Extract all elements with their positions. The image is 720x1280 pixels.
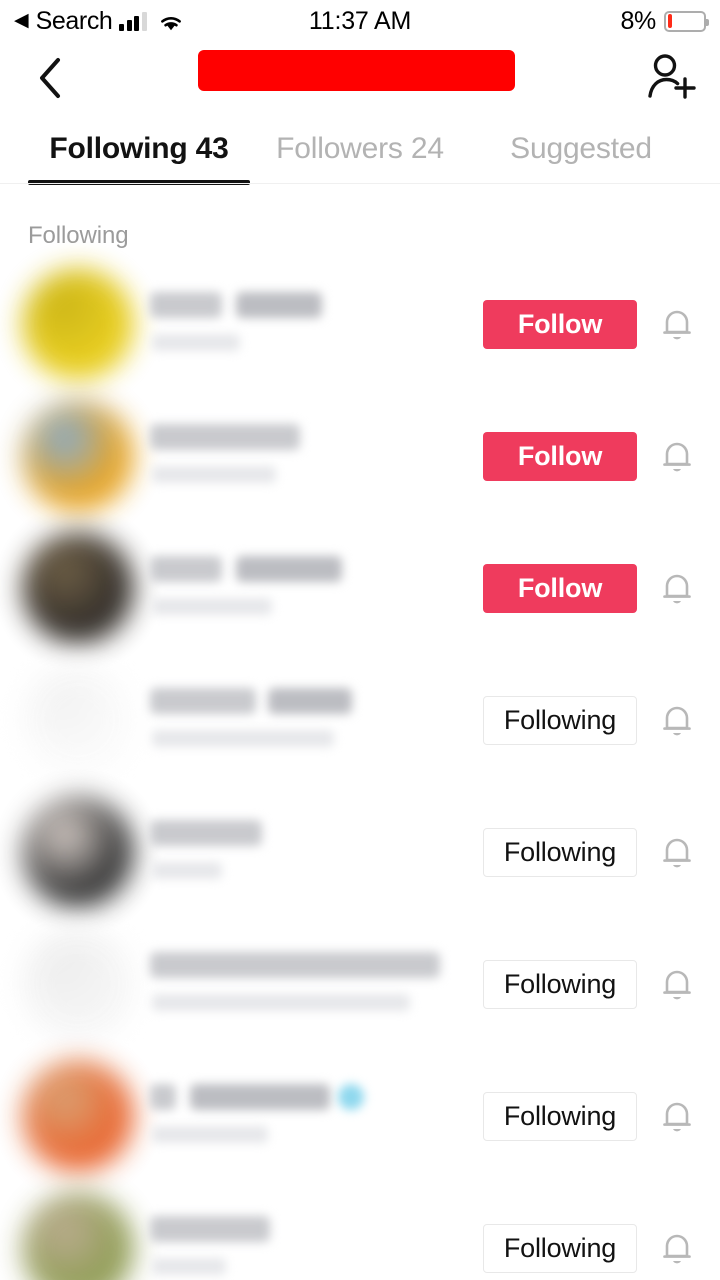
user-handle <box>152 466 276 483</box>
user-handle <box>152 730 334 747</box>
avatar[interactable] <box>22 1060 134 1172</box>
follow-button[interactable]: Follow <box>483 300 637 349</box>
battery-percent-label: 8% <box>620 6 656 35</box>
user-display-name <box>150 1084 176 1110</box>
tab-followers-label: Followers 24 <box>276 131 444 165</box>
avatar[interactable] <box>22 268 134 380</box>
notification-bell-button[interactable] <box>652 300 702 349</box>
status-bar-clock: 11:37 AM <box>0 0 720 42</box>
bell-icon <box>663 442 691 471</box>
user-display-name <box>150 1216 270 1242</box>
avatar[interactable] <box>22 1192 134 1280</box>
chevron-left-icon <box>40 58 60 98</box>
avatar[interactable] <box>22 928 134 1040</box>
section-header-following: Following <box>28 222 129 249</box>
follow-button[interactable]: Follow <box>483 564 637 613</box>
bell-icon <box>663 970 691 999</box>
notification-bell-button[interactable] <box>652 696 702 745</box>
following-button[interactable]: Following <box>483 696 637 745</box>
user-display-name-part2 <box>236 556 342 582</box>
user-row[interactable]: Follow <box>0 394 720 526</box>
bell-icon <box>663 706 691 735</box>
user-handle <box>152 994 410 1011</box>
tab-following-label: Following 43 <box>49 131 229 165</box>
tab-bar-divider <box>0 183 720 184</box>
user-list[interactable]: Follow Follow Follow Following Following Foll… <box>0 262 720 1280</box>
user-display-name-part2 <box>236 292 322 318</box>
follow-button[interactable]: Follow <box>483 432 637 481</box>
tab-followers[interactable]: Followers 24 <box>242 114 478 183</box>
person-add-icon <box>648 54 696 99</box>
user-row[interactable]: Follow <box>0 526 720 658</box>
user-row[interactable]: Following <box>0 922 720 1054</box>
user-handle <box>152 334 240 351</box>
app-screen: ◀ Search 11:37 AM 8% Following 43 Follow… <box>0 0 720 1280</box>
user-display-name <box>150 952 440 978</box>
avatar[interactable] <box>22 796 134 908</box>
notification-bell-button[interactable] <box>652 1092 702 1141</box>
bell-icon <box>663 1234 691 1263</box>
user-handle <box>152 598 272 615</box>
tab-suggested[interactable]: Suggested <box>462 114 700 183</box>
user-display-name-part2 <box>268 688 352 714</box>
bell-icon <box>663 838 691 867</box>
status-bar: ◀ Search 11:37 AM 8% <box>0 0 720 42</box>
user-display-name <box>150 688 256 714</box>
bell-icon <box>663 1102 691 1131</box>
user-row[interactable]: Following <box>0 1186 720 1280</box>
notification-bell-button[interactable] <box>652 828 702 877</box>
following-button[interactable]: Following <box>483 828 637 877</box>
avatar[interactable] <box>22 532 134 644</box>
status-bar-time-text: 11:37 AM <box>308 6 412 35</box>
add-user-button[interactable] <box>634 42 706 114</box>
bell-icon <box>663 574 691 603</box>
user-display-name <box>150 820 262 846</box>
status-bar-right: 8% <box>620 0 709 42</box>
user-handle <box>152 862 222 879</box>
user-display-name <box>150 292 222 318</box>
avatar[interactable] <box>22 400 134 512</box>
user-row[interactable]: Following <box>0 1054 720 1186</box>
user-display-name <box>150 424 300 450</box>
back-button[interactable] <box>22 42 78 114</box>
notification-bell-button[interactable] <box>652 1224 702 1273</box>
page-title-redaction-bar <box>198 50 515 91</box>
following-button[interactable]: Following <box>483 1224 637 1273</box>
notification-bell-button[interactable] <box>652 432 702 481</box>
navigation-bar <box>0 42 720 114</box>
bell-icon <box>663 310 691 339</box>
verified-badge-icon <box>338 1084 364 1110</box>
tab-following[interactable]: Following 43 <box>0 114 278 183</box>
tab-bar: Following 43 Followers 24 Suggested <box>0 114 720 185</box>
user-handle <box>152 1258 226 1275</box>
user-row[interactable]: Follow <box>0 262 720 394</box>
following-button[interactable]: Following <box>483 960 637 1009</box>
battery-icon <box>664 10 709 32</box>
following-button[interactable]: Following <box>483 1092 637 1141</box>
user-display-name-part2 <box>190 1084 330 1110</box>
tab-suggested-label: Suggested <box>510 131 652 165</box>
user-display-name <box>150 556 222 582</box>
notification-bell-button[interactable] <box>652 960 702 1009</box>
avatar[interactable] <box>22 664 134 776</box>
notification-bell-button[interactable] <box>652 564 702 613</box>
battery-fill <box>667 14 672 28</box>
user-row[interactable]: Following <box>0 790 720 922</box>
user-row[interactable]: Following <box>0 658 720 790</box>
user-handle <box>152 1126 268 1143</box>
battery-cap <box>706 18 709 26</box>
